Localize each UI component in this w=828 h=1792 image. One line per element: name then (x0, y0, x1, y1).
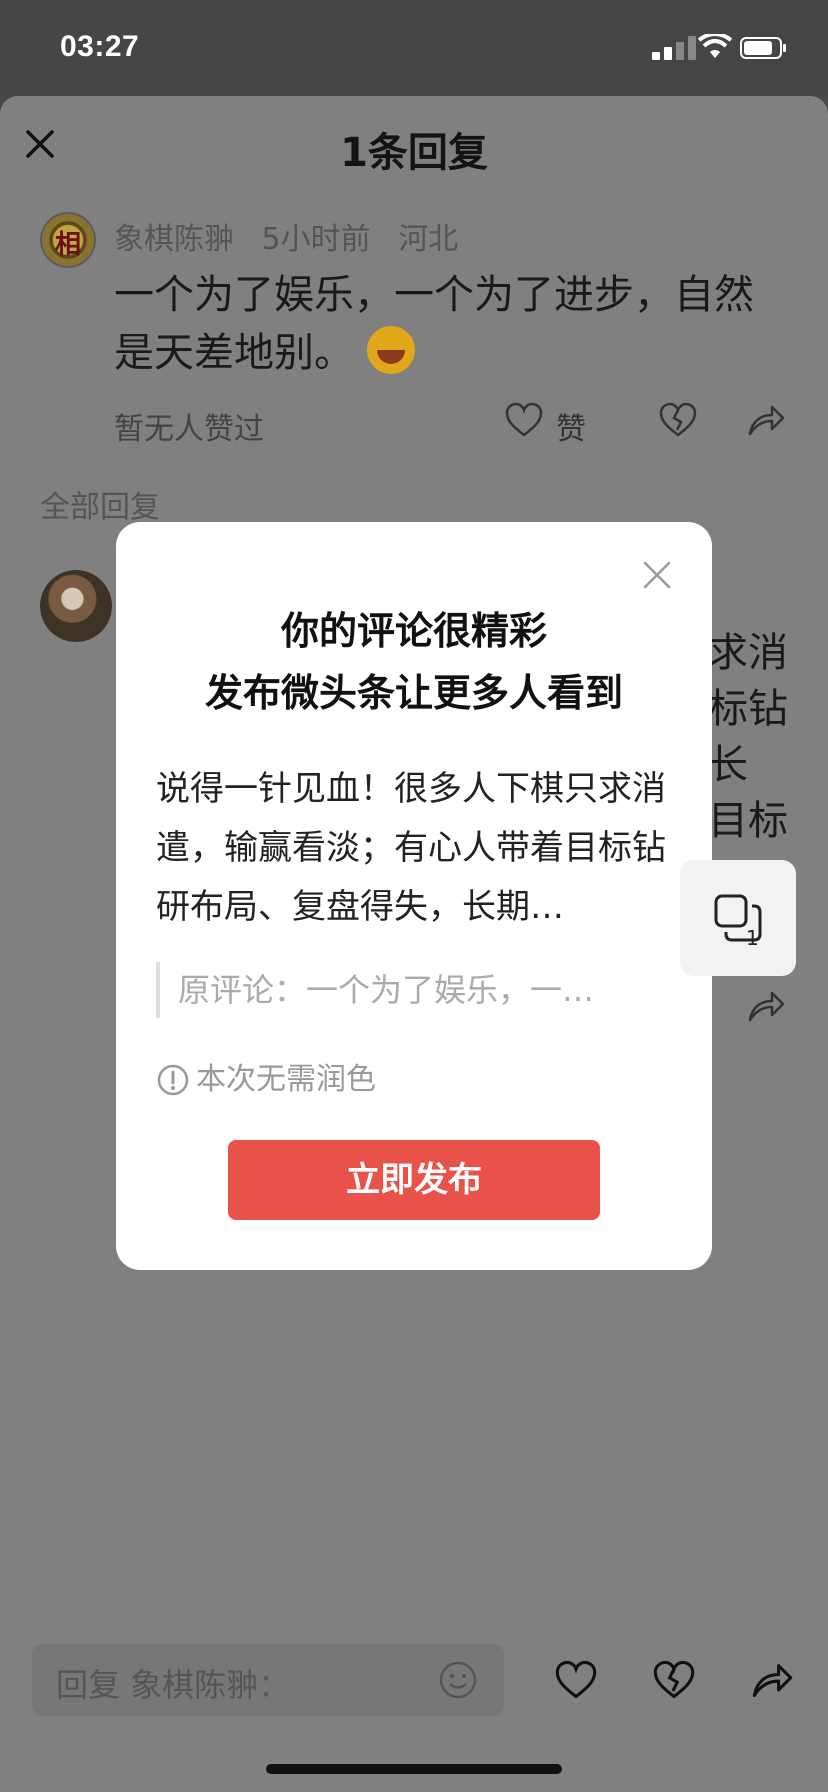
comment-author[interactable]: 象棋陈翀 (114, 222, 234, 257)
polish-notice: 本次无需润色 (156, 1054, 376, 1098)
heart-icon[interactable] (504, 400, 544, 440)
home-indicator (266, 1764, 562, 1774)
share-icon[interactable] (750, 1658, 794, 1702)
share-icon[interactable] (746, 986, 786, 1026)
wifi-icon (698, 34, 732, 58)
comment-body: 一个为了娱乐，一个为了进步，自然是天差地别。 (114, 272, 754, 376)
copy-count: 1 (746, 926, 759, 950)
publish-dialog: 你的评论很精彩 发布微头条让更多人看到 说得一针见血！很多人下棋只求消遣，输赢看… (116, 522, 712, 1270)
battery-icon (740, 37, 786, 59)
all-replies-label: 全部回复 (40, 490, 160, 525)
status-time: 03:27 (60, 30, 140, 63)
close-icon[interactable] (642, 560, 672, 590)
reply-text-fragment: 目标 (708, 798, 788, 844)
like-button[interactable]: 赞 (556, 404, 586, 448)
status-bar: 03:27 (0, 0, 828, 96)
heart-icon[interactable] (554, 1658, 598, 1702)
avatar-glyph: 相 (54, 230, 81, 260)
reply-placeholder: 回复 象棋陈翀： (56, 1666, 291, 1704)
comment-location: 河北 (398, 222, 459, 257)
dialog-title-line2: 发布微头条让更多人看到 (204, 671, 623, 715)
reply-avatar[interactable] (40, 570, 112, 642)
sheet-title: 1条回复 (340, 130, 488, 176)
laughing-emoji-icon (366, 326, 415, 374)
reply-text-fragment: 求消 (708, 630, 788, 676)
reply-text-fragment: 标钻 (708, 686, 788, 732)
comment-text: 一个为了娱乐，一个为了进步，自然是天差地别。 (114, 266, 774, 382)
floating-copy-button[interactable]: 1 (680, 860, 796, 976)
comment-time: 5小时前 (261, 222, 371, 257)
dialog-title-line1: 你的评论很精彩 (280, 609, 547, 653)
dialog-body: 说得一针见血！很多人下棋只求消遣，输赢看淡；有心人带着目标钻研布局、复盘得失，长… (156, 769, 666, 927)
publish-button[interactable]: 立即发布 (228, 1140, 600, 1220)
info-icon (157, 1064, 189, 1096)
reply-text-fragment: 长 (708, 742, 748, 788)
comment-meta: 象棋陈翀 5小时前 河北 (114, 214, 476, 258)
avatar[interactable]: 相 (40, 212, 96, 268)
original-comment-quote: 原评论：一个为了娱乐，一… (156, 962, 672, 1018)
likes-status: 暂无人赞过 (114, 412, 264, 447)
share-icon[interactable] (746, 400, 786, 440)
reply-input[interactable]: 回复 象棋陈翀： (32, 1644, 504, 1716)
dialog-title: 你的评论很精彩 发布微头条让更多人看到 (116, 600, 712, 724)
broken-heart-icon[interactable] (652, 1658, 696, 1702)
emoji-icon[interactable] (438, 1660, 478, 1700)
polish-notice-text: 本次无需润色 (196, 1062, 376, 1097)
broken-heart-icon[interactable] (658, 400, 698, 440)
signal-icon (652, 36, 696, 60)
